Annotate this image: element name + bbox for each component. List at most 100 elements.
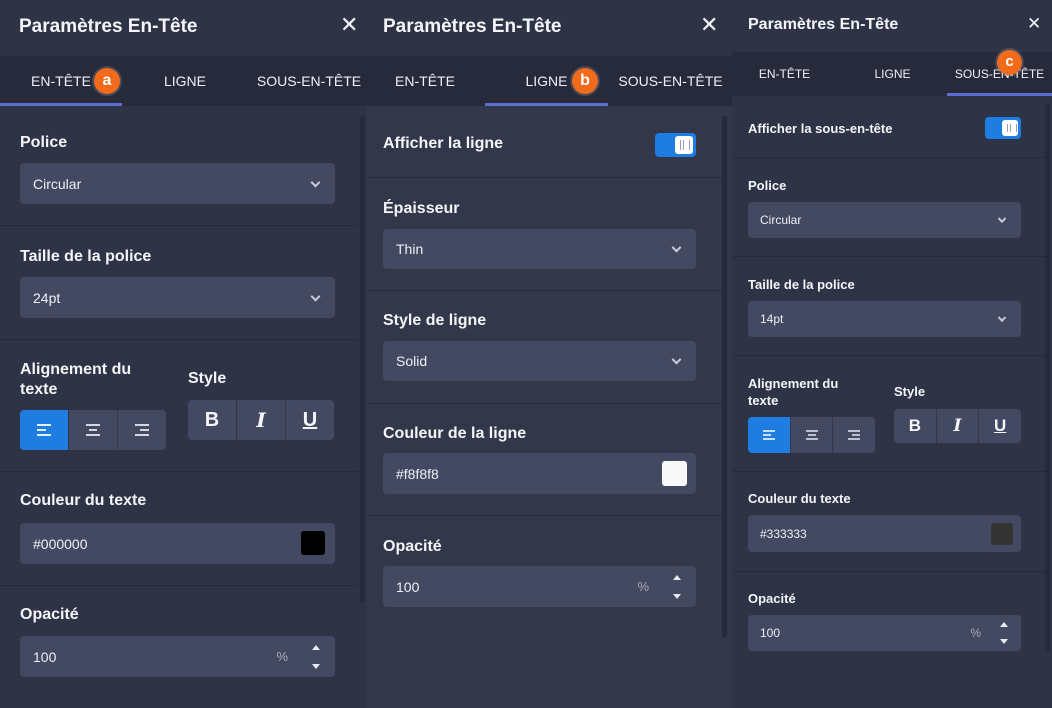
style-group: B I U <box>188 400 334 440</box>
panel-title: Paramètres En-Tête <box>383 16 562 37</box>
tab-line[interactable]: LIGNE <box>122 56 248 106</box>
show-subheader-toggle[interactable] <box>985 117 1021 139</box>
panel-title: Paramètres En-Tête <box>19 16 198 37</box>
scrollbar[interactable] <box>1045 104 1050 652</box>
panel-title: Paramètres En-Tête <box>748 16 899 33</box>
opacity-value: 100 <box>33 648 57 665</box>
font-select[interactable]: Circular <box>20 163 335 204</box>
tab-subheader[interactable]: SOUS-EN-TÊTE <box>609 56 732 106</box>
alignment-style-section: Alignement du texte Style B I U <box>732 356 1045 472</box>
underline-button[interactable]: U <box>979 409 1021 443</box>
stepper-up-icon[interactable] <box>1000 622 1008 627</box>
align-left-button[interactable] <box>20 410 69 450</box>
font-size-section: Taille de la police 14pt <box>732 257 1045 356</box>
panel-header: Paramètres En-Tête ✕ <box>366 0 732 56</box>
italic-button[interactable]: I <box>936 409 980 443</box>
opacity-label: Opacité <box>20 606 79 623</box>
opacity-value: 100 <box>396 578 420 595</box>
stepper-down-icon[interactable] <box>673 594 681 599</box>
alignment-group <box>20 410 166 450</box>
stepper-up-icon[interactable] <box>312 645 320 650</box>
close-icon[interactable]: ✕ <box>700 14 718 36</box>
percent-unit: % <box>970 626 981 640</box>
tab-header[interactable]: EN-TÊTE <box>732 52 837 96</box>
align-right-button[interactable] <box>118 410 166 450</box>
close-icon[interactable]: ✕ <box>1027 15 1041 32</box>
text-color-input[interactable]: #333333 <box>748 515 1021 552</box>
line-color-input[interactable]: #f8f8f8 <box>383 453 696 494</box>
bold-icon: B <box>204 408 220 431</box>
line-style-value: Solid <box>396 353 428 369</box>
font-select-value: Circular <box>33 175 82 192</box>
opacity-input[interactable]: 100 % <box>383 566 696 607</box>
scrollbar[interactable] <box>360 116 365 602</box>
stepper-up-icon[interactable] <box>673 575 681 580</box>
align-left-button[interactable] <box>748 417 791 453</box>
font-size-section: Taille de la police 24pt <box>0 226 358 340</box>
align-right-button[interactable] <box>833 417 875 453</box>
show-line-toggle[interactable] <box>655 133 696 157</box>
scrollbar[interactable] <box>722 116 727 638</box>
tab-header[interactable]: EN-TÊTE <box>366 56 484 106</box>
underline-button[interactable]: U <box>286 400 334 440</box>
line-style-select[interactable]: Solid <box>383 341 696 381</box>
opacity-stepper[interactable] <box>1000 622 1010 644</box>
align-center-icon <box>805 430 818 440</box>
chevron-down-icon <box>310 177 321 188</box>
italic-icon: I <box>953 416 962 436</box>
font-section: Police Circular <box>0 106 358 226</box>
align-center-button[interactable] <box>790 417 834 453</box>
opacity-section: Opacité 100 % <box>0 586 358 708</box>
font-size-select[interactable]: 24pt <box>20 277 335 318</box>
chevron-down-icon <box>671 354 682 365</box>
line-style-section: Style de ligne Solid <box>366 291 722 404</box>
align-left-icon <box>37 424 51 436</box>
underline-icon: U <box>994 416 1007 435</box>
annotation-badge: b <box>572 68 598 94</box>
font-select[interactable]: Circular <box>748 202 1021 238</box>
opacity-input[interactable]: 100 % <box>748 615 1021 651</box>
italic-button[interactable]: I <box>237 400 286 440</box>
style-label: Style <box>894 384 926 399</box>
color-swatch[interactable] <box>991 523 1013 545</box>
panel-header: Paramètres En-Tête ✕ <box>732 0 1052 42</box>
align-left-icon <box>762 430 775 440</box>
font-select-value: Circular <box>760 213 802 227</box>
show-subheader-label: Afficher la sous-en-tête <box>748 121 893 136</box>
bold-button[interactable]: B <box>188 400 237 440</box>
opacity-stepper[interactable] <box>312 645 322 669</box>
alignment-style-section: Alignement du texte Style B I U <box>0 340 358 472</box>
chevron-down-icon <box>997 214 1007 224</box>
opacity-stepper[interactable] <box>673 575 683 599</box>
thickness-section: Épaisseur Thin <box>366 178 722 291</box>
text-color-input[interactable]: #000000 <box>20 523 335 564</box>
panel-header: Paramètres En-Tête ✕ <box>0 0 366 56</box>
style-label: Style <box>188 370 227 387</box>
show-subheader-section: Afficher la sous-en-tête <box>732 96 1045 158</box>
settings-panel-line: Paramètres En-Tête ✕ EN-TÊTE LIGNE SOUS-… <box>366 0 732 708</box>
align-right-icon <box>848 430 861 440</box>
tab-line[interactable]: LIGNE <box>840 52 945 96</box>
text-color-label: Couleur du texte <box>748 491 851 506</box>
close-icon[interactable]: ✕ <box>340 14 358 36</box>
chevron-down-icon <box>997 313 1007 323</box>
color-swatch[interactable] <box>662 461 687 486</box>
tab-subheader[interactable]: SOUS-EN-TÊTE <box>250 56 366 106</box>
stepper-down-icon[interactable] <box>312 664 320 669</box>
thickness-select[interactable]: Thin <box>383 229 696 269</box>
text-color-section: Couleur du texte #333333 <box>732 472 1045 572</box>
percent-unit: % <box>276 649 288 664</box>
show-line-section: Afficher la ligne <box>366 106 722 178</box>
align-center-button[interactable] <box>69 410 118 450</box>
stepper-down-icon[interactable] <box>1000 639 1008 644</box>
bold-button[interactable]: B <box>894 409 937 443</box>
font-size-select[interactable]: 14pt <box>748 301 1021 337</box>
style-group: B I U <box>894 409 1021 443</box>
line-color-label: Couleur de la ligne <box>383 425 527 442</box>
settings-panel-header: Paramètres En-Tête ✕ EN-TÊTE LIGNE SOUS-… <box>0 0 366 708</box>
color-swatch[interactable] <box>301 531 325 555</box>
opacity-input[interactable]: 100 % <box>20 636 335 677</box>
chevron-down-icon <box>310 291 321 302</box>
font-label: Police <box>748 178 787 193</box>
thickness-value: Thin <box>396 241 424 257</box>
